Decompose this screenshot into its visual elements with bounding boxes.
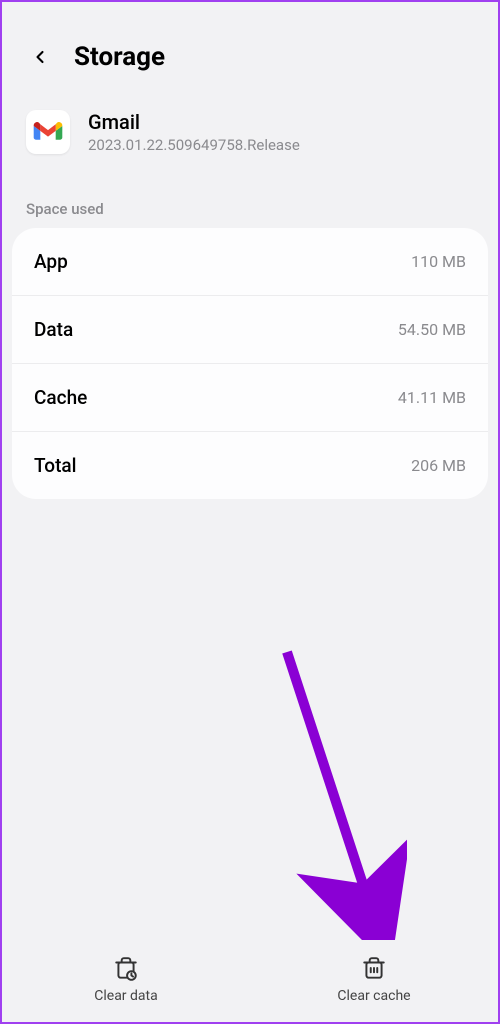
app-version: 2023.01.22.509649758.Release <box>88 136 300 154</box>
back-button[interactable] <box>26 43 54 71</box>
row-value: 54.50 MB <box>398 320 466 339</box>
clear-data-button[interactable]: Clear data <box>2 956 250 1004</box>
app-text: Gmail 2023.01.22.509649758.Release <box>88 110 300 154</box>
gmail-icon <box>33 121 63 143</box>
trash-data-icon <box>113 956 139 982</box>
clear-cache-button[interactable]: Clear cache <box>250 956 498 1004</box>
trash-cache-icon <box>361 956 387 982</box>
bottom-bar: Clear data Clear cache <box>2 940 498 1022</box>
row-value: 206 MB <box>411 456 466 475</box>
app-icon <box>26 110 70 154</box>
chevron-left-icon <box>30 47 50 67</box>
annotation-arrow <box>267 642 407 942</box>
row-value: 41.11 MB <box>398 388 466 407</box>
row-label: Total <box>34 454 76 477</box>
storage-row-total: Total 206 MB <box>12 432 488 499</box>
row-label: Cache <box>34 386 87 409</box>
storage-row-data: Data 54.50 MB <box>12 296 488 364</box>
storage-row-cache: Cache 41.11 MB <box>12 364 488 432</box>
header: Storage <box>2 22 498 92</box>
row-value: 110 MB <box>411 252 466 271</box>
app-name: Gmail <box>88 110 300 134</box>
page-title: Storage <box>74 42 165 72</box>
row-label: Data <box>34 318 73 341</box>
row-label: App <box>34 250 68 273</box>
clear-data-label: Clear data <box>94 988 157 1004</box>
storage-row-app: App 110 MB <box>12 228 488 296</box>
section-label: Space used <box>2 182 498 228</box>
app-info: Gmail 2023.01.22.509649758.Release <box>2 92 498 182</box>
clear-cache-label: Clear cache <box>337 988 410 1004</box>
storage-card: App 110 MB Data 54.50 MB Cache 41.11 MB … <box>12 228 488 499</box>
